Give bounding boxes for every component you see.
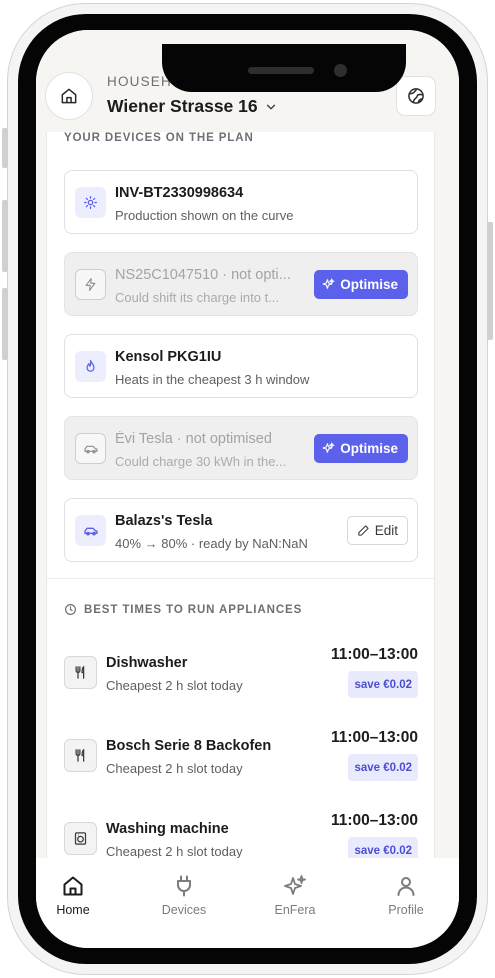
device-subtitle: Heats in the cheapest 3 h window [115,372,310,387]
nav-item-profile[interactable]: Profile [361,874,451,917]
edit-button-label: Edit [374,523,398,538]
device-name: Balazs's Tesla [115,513,213,529]
nav-item-enfera[interactable]: EnFera [250,874,340,917]
appliance-subtitle: Cheapest 2 h slot today [106,678,243,693]
device-subtitle: 40% → 80% · ready by NaN:NaN [115,536,308,551]
device-icon [75,187,106,218]
device-icon [75,351,106,382]
optimise-button-label: Optimise [340,441,398,456]
appliances-section-title: BEST TIMES TO RUN APPLIANCES [64,603,302,616]
optimise-button[interactable]: Optimise [314,270,408,299]
household-home-button[interactable] [45,72,93,120]
device-card-evi-tesla[interactable]: Évi Tesla · not optimised Could charge 3… [64,416,418,480]
device-subtitle: Could shift its charge into t... [115,290,280,305]
appliance-name: Bosch Serie 8 Backofen [106,738,272,754]
appliance-time-window: 11:00–13:00 [330,729,418,746]
household-name: Wiener Strasse 16 [107,96,258,116]
power-button [487,222,493,340]
device-icon [75,269,106,300]
home-icon [63,876,83,896]
car-icon [83,527,98,536]
device-name: Évi Tesla · not optimised [115,431,272,447]
device-name: NS25C1047510 · not opti... [115,267,291,283]
device-name: Kensol PKG1IU [115,349,222,365]
bolt-icon [85,278,96,291]
nav-label: Home [56,903,90,917]
device-card-ns25[interactable]: NS25C1047510 · not opti... Could shift i… [64,252,418,316]
volume-up-button [2,200,8,272]
device-card-inverter[interactable]: INV-BT2330998634 Production shown on the… [64,170,418,234]
plan-content[interactable]: YOUR DEVICES ON THE PLAN INV-BT233099863… [46,132,435,860]
section-divider [47,578,434,579]
utensils-icon [75,665,85,679]
sparkles-icon [322,278,335,289]
devices-section-title: YOUR DEVICES ON THE PLAN [64,132,254,144]
sun-icon [83,195,98,210]
globe-button[interactable] [396,76,436,116]
app-screen: HOUSEHOLD Wiener Strasse 16 YOUR DEVICES… [36,30,459,948]
nav-label: EnFera [274,903,316,917]
user-icon [397,877,415,896]
device-card-kensol[interactable]: Kensol PKG1IU Heats in the cheapest 3 h … [64,334,418,398]
device-subtitle: Production shown on the curve [115,208,294,223]
bottom-nav: Home Devices EnFera Profile [36,858,459,948]
car-icon [83,445,98,453]
speaker-grille [248,67,314,74]
savings-badge: save €0.02 [348,754,418,781]
mute-switch [2,128,8,168]
appliance-name: Washing machine [106,821,229,837]
device-subtitle: Could charge 30 kWh in the... [115,454,287,469]
savings-badge: save €0.02 [348,671,418,698]
appliances-section-label: BEST TIMES TO RUN APPLIANCES [84,603,303,616]
appliance-row-washing-machine[interactable]: Washing machine Cheapest 2 h slot today … [64,812,418,860]
globe-icon [408,88,424,104]
pencil-icon [358,525,369,536]
device-icon [75,433,106,464]
sparkles-icon [322,442,335,453]
appliance-subtitle: Cheapest 2 h slot today [106,761,243,776]
device-name: INV-BT2330998634 [115,185,244,201]
appliance-subtitle: Cheapest 2 h slot today [106,844,243,859]
flame-icon [86,359,95,372]
appliance-time-window: 11:00–13:00 [330,646,418,663]
appliance-row-dishwasher[interactable]: Dishwasher Cheapest 2 h slot today 11:00… [64,646,418,706]
volume-down-button [2,288,8,360]
edit-button[interactable]: Edit [346,516,408,545]
savings-badge: save €0.02 [348,837,418,860]
appliance-name: Dishwasher [106,655,188,671]
nav-item-home[interactable]: Home [36,874,118,917]
plug-icon [177,875,191,897]
chevron-down-icon [266,104,275,109]
clock-icon [65,604,76,615]
house-icon [61,88,77,104]
appliance-row-oven[interactable]: Bosch Serie 8 Backofen Cheapest 2 h slot… [64,729,418,789]
device-icon [75,515,106,546]
nav-item-devices[interactable]: Devices [139,874,229,917]
optimise-button[interactable]: Optimise [314,434,408,463]
front-camera [334,64,347,77]
appliance-icon [64,656,97,689]
utensils-icon [75,748,85,762]
nav-label: Devices [161,903,207,917]
appliance-icon [64,822,97,855]
optimise-button-label: Optimise [340,277,398,292]
washing-machine-icon [74,832,87,845]
device-card-balazs-tesla[interactable]: Balazs's Tesla 40% → 80% · ready by NaN:… [64,498,418,562]
nav-label: Profile [388,903,424,917]
appliance-icon [64,739,97,772]
notch [162,44,406,92]
sparkles-icon [284,875,306,895]
appliance-time-window: 11:00–13:00 [330,812,418,829]
household-selector[interactable]: Wiener Strasse 16 [107,96,278,117]
